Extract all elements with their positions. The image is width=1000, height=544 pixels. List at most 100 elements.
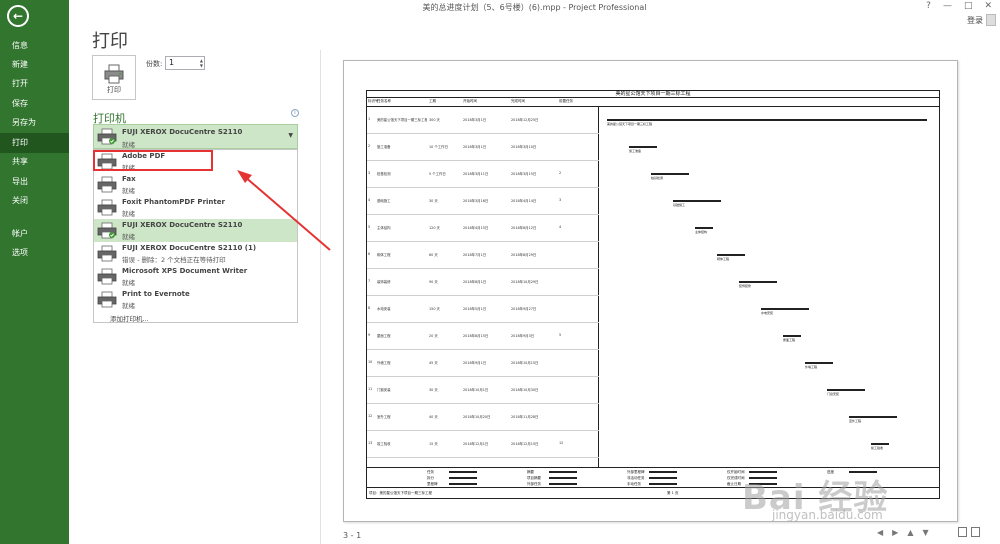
watermark-url: jingyan.baidu.com [772,508,883,522]
legend-swatch [549,483,577,485]
print-button-label: 打印 [107,86,121,94]
gantt-label: 门窗安装 [827,392,840,396]
table-row: 3 桩基检测 5 个工作日 2018年3月11日 2018年3月15日 2 [367,161,599,188]
table-cell: 2018年4月14日 [511,199,537,203]
printer-item-foxit[interactable]: Foxit PhantomPDF Printer 就绪 [94,196,297,219]
table-cell: 2018年8月29日 [511,253,537,257]
printer-name: Foxit PhantomPDF Printer [122,198,225,206]
table-cell: 装饰装修 [377,280,391,284]
table-cell: 2018年12月25日 [511,118,539,122]
nav-export[interactable]: 导出 [0,172,69,192]
gantt-bar [673,200,721,202]
user-avatar-icon[interactable] [986,14,996,26]
nav-close[interactable]: 关闭 [0,191,69,211]
nav-share[interactable]: 共享 [0,152,69,172]
gantt-label: 竣工验收 [871,446,884,450]
gantt-bar [651,173,689,175]
gantt-label: 装饰装修 [739,284,752,288]
minimize-icon[interactable]: — [943,1,952,11]
printer-name: FUJI XEROX DocuCentre S2110 (1) [122,244,257,252]
table-cell: 5 个工作日 [429,172,446,176]
page-indicator: 3 - 1 [343,531,362,540]
scroll-down-icon[interactable]: ▼ [922,528,928,537]
scroll-up-icon[interactable]: ▲ [907,528,913,537]
table-cell: 2018年3月16日 [463,199,489,203]
legend-swatch [549,477,577,479]
printer-default-icon [97,222,117,239]
nav-options[interactable]: 选项 [0,243,69,263]
printer-item-fuji-xerox-1[interactable]: FUJI XEROX DocuCentre S2110 (1) 错误 - 删除：… [94,242,297,265]
printer-status: 错误 - 删除：2 个文档正在等待打印 [122,256,226,264]
next-page-icon[interactable]: ▶ [892,528,898,537]
table-cell: 2018年3月10日 [511,145,537,149]
preview-sheet[interactable]: 美的星公馆天下项目一期三标工程 标识号 任务名称 工期 开始时间 完成时间 前置… [343,60,958,522]
table-cell: 2018年12月15日 [511,442,539,446]
table-cell: 室外工程 [377,415,391,419]
nav-print[interactable]: 打印 [0,133,69,153]
table-cell: 120 天 [429,226,440,230]
nav-open[interactable]: 打开 [0,74,69,94]
printer-item-fax[interactable]: Fax 就绪 [94,173,297,196]
table-cell: 45 天 [429,361,438,365]
nav-save-as[interactable]: 另存为 [0,113,69,133]
printer-status: 就绪 [122,302,135,310]
table-row: 7 装饰装修 90 天 2018年8月1日 2018年10月29日 [367,269,599,296]
table-cell: 2018年10月30日 [511,388,539,392]
printer-select[interactable]: FUJI XEROX DocuCentre S2110 就绪 ▼ [93,124,298,149]
gantt-bar [805,362,833,364]
nav-info[interactable]: 信息 [0,36,69,56]
back-arrow-icon[interactable]: ← [7,5,29,27]
table-row: 13 竣工验收 15 天 2018年12月1日 2018年12月15日 12 [367,431,599,458]
col-predecessors: 前置任务 [559,99,573,103]
gantt-bar [629,146,657,148]
legend-swatch [649,483,677,485]
nav-new[interactable]: 新建 [0,55,69,75]
dropdown-chevron-icon[interactable]: ▼ [288,132,293,139]
printer-item-fuji-xerox[interactable]: FUJI XEROX DocuCentre S2110 就绪 [94,219,297,242]
table-cell: 2018年10月15日 [511,361,539,365]
table-cell: 10 个工作日 [429,145,448,149]
help-icon[interactable]: ? [926,1,931,11]
nav-save[interactable]: 保存 [0,94,69,114]
printer-icon [97,128,117,145]
nav-account[interactable]: 帐户 [0,224,69,244]
single-page-icon[interactable] [958,527,967,537]
printer-dropdown-list: Adobe PDF 就绪 Fax 就绪 Foxit PhantomPDF Pri… [93,149,298,323]
table-cell: 3 [368,171,371,175]
table-cell: 2018年8月15日 [463,334,489,338]
gantt-label: 砌体工程 [717,257,730,261]
col-duration: 工期 [429,99,436,103]
legend-label: 摘要 [527,470,534,474]
printer-item-evernote[interactable]: Print to Evernote 就绪 [94,288,297,311]
sign-in-link[interactable]: 登录 [967,15,983,26]
info-icon[interactable]: i [291,109,299,117]
table-cell: 2 [559,171,562,175]
copies-spinner-icon[interactable]: ▲ ▼ [200,58,203,68]
print-button[interactable]: 打印 [92,55,136,100]
close-icon[interactable]: ✕ [984,1,992,11]
footer-project: 项目：美的星公馆天下项目一期三标工程 [369,491,432,495]
table-cell: 2018年3月11日 [463,172,489,176]
table-cell: 13 [368,441,373,445]
gantt-bar [827,389,865,391]
gantt-bar [717,254,745,256]
gantt-bar [695,227,713,229]
copies-input[interactable]: 1 ▲ ▼ [165,56,205,70]
maximize-icon[interactable]: □ [964,1,973,11]
printer-item-xps[interactable]: Microsoft XPS Document Writer 就绪 [94,265,297,288]
title-bar: 美的总进度计划（5、6号楼）(6).mpp - Project Professi… [69,0,1000,16]
col-start: 开始时间 [463,99,477,103]
copies-value: 1 [169,58,175,67]
legend-swatch [649,477,677,479]
table-cell: 2018年9月27日 [511,307,537,311]
table-cell: 3 [559,198,562,202]
table-cell: 5 [368,225,371,229]
multi-page-icon[interactable] [971,527,980,537]
gantt-label: 美的星公馆天下项目一期三标工程 [607,122,653,126]
prev-page-icon[interactable]: ◀ [877,528,883,537]
gantt-label: 主体结构 [695,230,708,234]
add-printer-link[interactable]: 添加打印机... [110,313,149,323]
table-cell: 门窗安装 [377,388,391,392]
printer-icon [104,64,124,84]
table-cell: 2018年10月29日 [511,280,539,284]
